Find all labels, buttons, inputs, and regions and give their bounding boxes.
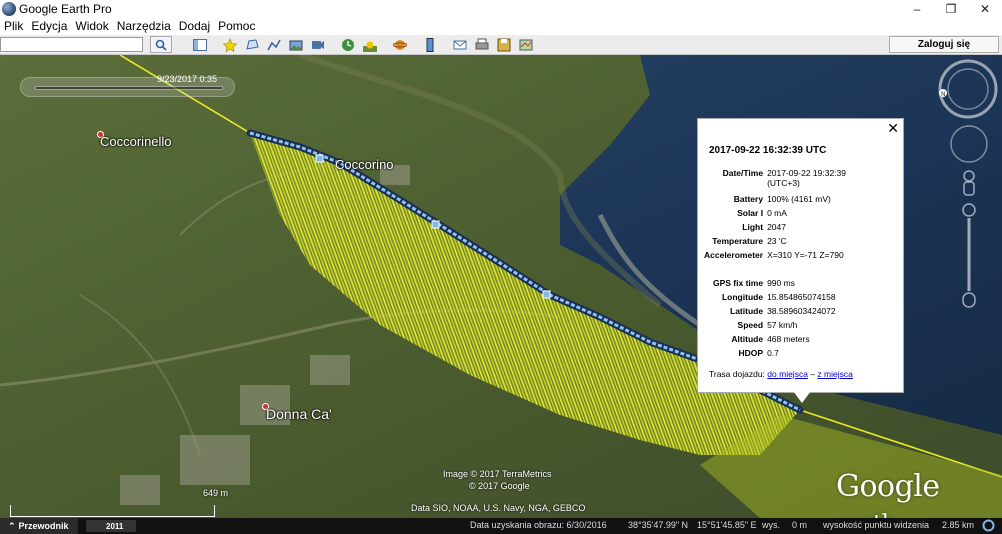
window-title: Google Earth Pro [19,1,112,16]
compass-look-icon[interactable]: N [938,59,998,119]
table-row: Light 2047 [742,222,786,232]
route-from-link[interactable]: z miejsca [817,369,852,379]
balloon-tail [793,391,811,403]
elevation-label: wys. [762,520,780,530]
placemark-icon[interactable] [220,36,239,53]
ruler-icon[interactable] [420,36,439,53]
google-credit: © 2017 Google [469,481,530,491]
google-earth-app-icon [2,1,16,16]
balloon-title: 2017-09-22 16:32:39 UTC [709,145,827,156]
elevation-readout: 0 m [792,520,808,530]
tour-guide-tab[interactable]: ⌃ Przewodnik [0,518,78,534]
scale-label: 649 m [202,488,228,498]
street-view-pegman-icon[interactable] [963,170,975,196]
sidebar-icon[interactable] [190,36,209,53]
move-joystick-icon[interactable] [950,125,988,163]
maximize-button[interactable]: ❐ [934,0,968,17]
planets-icon[interactable] [390,36,409,53]
route-to-link[interactable]: do miejsca [767,369,808,379]
menu-file[interactable]: Plik [0,19,27,33]
balloon-table: Date/Time 2017-09-22 19:32:39 (UTC+3) Bat… [704,168,857,362]
historical-imagery-icon[interactable] [338,36,357,53]
menu-add[interactable]: Dodaj [175,19,214,33]
table-row: Date/Time 2017-09-22 19:32:39 (UTC+3) [722,168,846,188]
title-bar: Google Earth Pro – ❐ ✕ [0,0,1002,17]
historical-imagery-badge[interactable]: 2011 [86,520,136,532]
info-balloon: ✕ 2017-09-22 16:32:39 UTC Date/Time 2017-… [697,118,904,393]
close-button[interactable]: ✕ [968,0,1002,17]
scale-bar: 649 m [10,488,228,517]
table-row: Battery 100% (4161 mV) [733,194,831,204]
maps-icon[interactable] [516,36,535,53]
path-icon[interactable] [264,36,283,53]
route-prefix: Trasa dojazdu: [709,369,765,379]
data-credit: Data SIO, NOAA, U.S. Navy, NGA, GEBCO [411,503,586,513]
polygon-icon[interactable] [242,36,261,53]
window-controls: – ❐ ✕ [900,0,1002,17]
eye-altitude-label: wysokość punktu widzenia [823,520,930,530]
minimize-button[interactable]: – [900,0,934,17]
latitude-readout: 38°35'47.99" N [628,520,689,530]
place-label-donna-ca[interactable]: Donna Ca' [266,406,332,422]
table-row: Accelerometer X=310 Y=-71 Z=790 [704,250,844,260]
table-row: Altitude 468 meters [731,334,810,344]
table-row: HDOP 0.7 [738,348,779,358]
menu-view[interactable]: Widok [71,19,112,33]
table-row: Temperature 23 'C [712,236,787,246]
imagery-date: Data uzyskania obrazu: 6/30/2016 [470,520,607,530]
table-row: GPS fix time 990 ms [712,278,795,288]
sunlight-icon[interactable] [360,36,379,53]
route-links: Trasa dojazdu: do miejsca – z miejsca [709,369,853,379]
table-row: Latitude 38.589603424072 [730,306,836,316]
map-view[interactable]: 9/23/2017 0:35 Coccorinello Coccorino Do… [0,55,1002,518]
menu-help[interactable]: Pomoc [214,19,259,33]
streaming-status-icon [982,519,995,532]
zoom-slider-icon[interactable] [962,203,976,308]
imagery-credit: Image © 2017 TerraMetrics [443,469,552,479]
table-row [704,264,857,278]
record-tour-icon[interactable] [308,36,327,53]
eye-altitude-readout: 2.85 km [942,520,975,530]
table-row: Solar I0 mA [737,208,787,218]
place-label-coccorinello[interactable]: Coccorinello [100,134,172,149]
time-slider-track[interactable] [35,86,223,90]
toolbar: Zaloguj się [0,35,1002,55]
toolbar-icons [190,36,538,53]
save-image-icon[interactable] [494,36,513,53]
table-row: Longitude 15.854865074158 [721,292,836,302]
login-button[interactable]: Zaloguj się [889,36,999,53]
menu-tools[interactable]: Narzędzia [113,19,175,33]
image-overlay-icon[interactable] [286,36,305,53]
navigation-controls: N [938,59,998,308]
table-row: Speed 57 km/h [737,320,798,330]
longitude-readout: 15°51'45.85" E [697,520,757,530]
svg-text:N: N [941,91,946,98]
time-slider-label: 9/23/2017 0:35 [157,74,218,84]
search-input[interactable] [0,37,143,52]
balloon-close-icon[interactable]: ✕ [887,120,899,137]
time-slider[interactable]: 9/23/2017 0:35 [20,74,235,97]
search-button[interactable] [150,36,172,53]
status-bar: ⌃ Przewodnik 2011 Data uzyskania obrazu:… [0,518,1002,534]
email-icon[interactable] [450,36,469,53]
menu-bar: Plik Edycja Widok Narzędzia Dodaj Pomoc [0,17,1002,35]
google-earth-logo: Google earth [836,469,940,518]
search-icon [155,39,167,51]
print-icon[interactable] [472,36,491,53]
route-separator: – [807,369,818,379]
menu-edit[interactable]: Edycja [27,19,71,33]
place-label-coccorino[interactable]: Coccorino [335,157,394,172]
